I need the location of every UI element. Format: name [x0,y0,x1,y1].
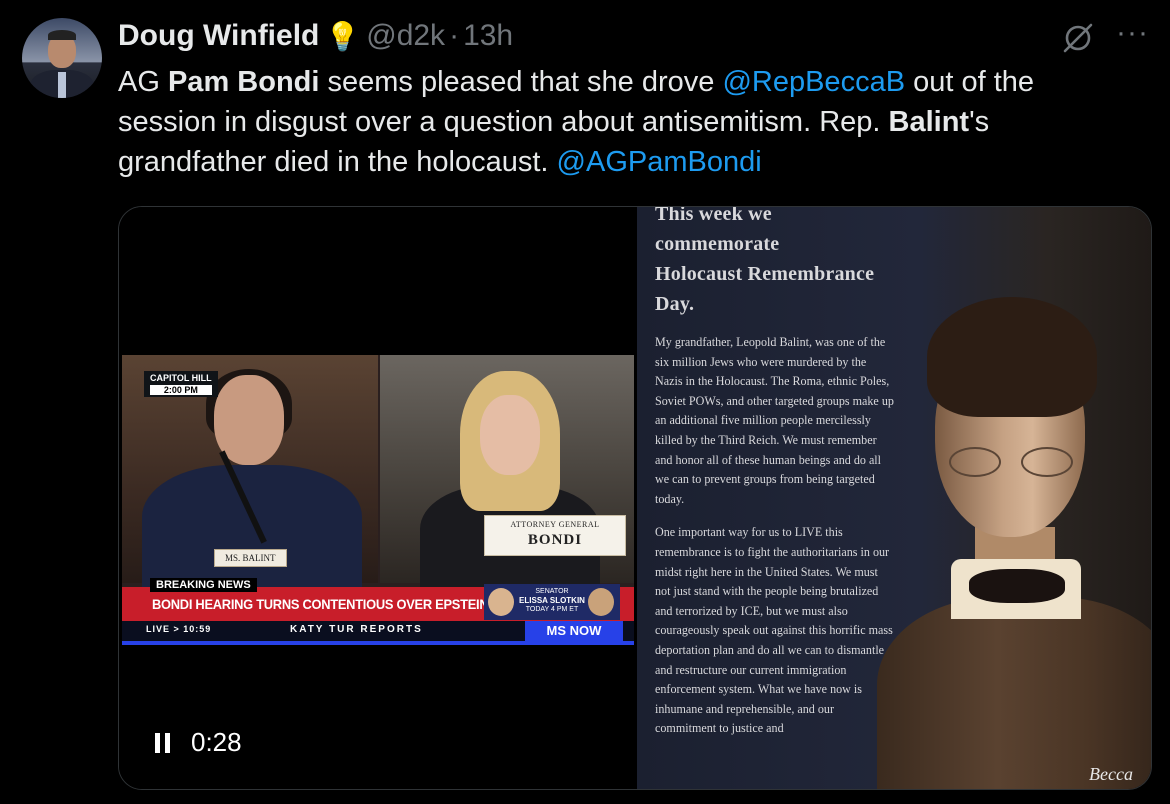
location-tag: CAPITOL HILL 2:00 PM [144,371,218,397]
grandfather-portrait [877,297,1151,789]
tweet-text: AG Pam Bondi seems pleased that she drov… [118,62,1128,182]
portrait-hair [927,297,1097,417]
promo-text: SENATOR ELISSA SLOTKIN TODAY 4 PM ET [514,587,590,614]
ticker-underline [122,641,634,645]
promo-thumbnail [488,588,514,616]
attached-image[interactable]: This week we commemorate Holocaust Remem… [637,207,1151,789]
mention-agpambondi[interactable]: @AGPamBondi [557,146,762,178]
grok-icon[interactable] [1060,20,1096,56]
letter-paragraph: My grandfather, Leopold Balint, was one … [655,335,894,506]
news-headline: BONDI HEARING TURNS CONTENTIOUS OVER EPS… [152,596,527,612]
glasses-lens [1021,447,1073,477]
letter-heading-line: This week we commemorate [655,207,780,255]
promo-thumbnail [588,588,614,616]
location-label: CAPITOL HILL [150,373,212,383]
media-container: CAPITOL HILL 2:00 PM MS. BALINT ATTORNEY… [118,206,1152,790]
author-avatar[interactable] [22,18,102,98]
portrait-bowtie [969,569,1065,603]
bold-name-bondi: Pam Bondi [167,66,320,98]
author-name[interactable]: Doug Winfield [118,19,319,53]
video-left-pane: CAPITOL HILL 2:00 PM MS. BALINT [122,355,378,595]
mention-repbeccab[interactable]: @RepBeccaB [722,66,905,98]
more-options-button[interactable]: ··· [1116,16,1149,50]
lightbulb-icon: 💡 [325,20,361,52]
letter-heading: This week we commemorate Holocaust Remem… [655,207,895,319]
author-handle[interactable]: @d2k [366,19,445,53]
promo-line: SENATOR [535,588,569,595]
tweet-text-part: AG [118,66,168,98]
video-player[interactable]: CAPITOL HILL 2:00 PM MS. BALINT ATTORNEY… [119,207,637,789]
video-frame[interactable]: CAPITOL HILL 2:00 PM MS. BALINT ATTORNEY… [122,355,634,645]
separator-dot: · [449,19,460,52]
nameplate-name: BONDI [527,532,583,548]
portrait-glasses [949,447,1073,477]
letter-paragraph: One important way for us to LIVE this re… [655,525,893,736]
portrait-jacket [877,597,1151,789]
bold-name-balint: Balint [888,106,970,138]
tweet-text-part: seems pleased that she drove [319,66,723,98]
pause-icon[interactable] [155,733,171,753]
promo-name: ELISSA SLOTKIN [519,596,585,605]
avatar-tie [58,72,66,98]
nameplate-bondi: ATTORNEY GENERAL BONDI [484,515,626,556]
breaking-news-tag: BREAKING NEWS [150,578,257,592]
tweet-header: Doug Winfield 💡 @d2k · 13h [118,18,513,54]
network-logo: MS NOW [525,621,623,641]
show-name: KATY TUR REPORTS [290,624,423,635]
live-time: LIVE > 10:59 [146,624,212,634]
location-time: 2:00 PM [150,385,212,395]
signature: Becca [1089,764,1133,784]
speaker-right-head [480,395,540,475]
promo-box: SENATOR ELISSA SLOTKIN TODAY 4 PM ET [484,584,620,620]
tweet-time[interactable]: 13h [463,19,513,53]
nameplate-balint: MS. BALINT [214,549,287,567]
remembrance-letter: This week we commemorate Holocaust Remem… [655,207,895,739]
video-elapsed-time: 0:28 [191,727,242,757]
nameplate-title: ATTORNEY GENERAL [510,520,600,529]
speaker-left-body [142,465,362,595]
promo-time: TODAY 4 PM ET [525,606,579,613]
letter-heading-line: Holocaust Remembrance Day. [655,263,875,315]
avatar-hair [48,30,76,40]
glasses-lens [949,447,1001,477]
